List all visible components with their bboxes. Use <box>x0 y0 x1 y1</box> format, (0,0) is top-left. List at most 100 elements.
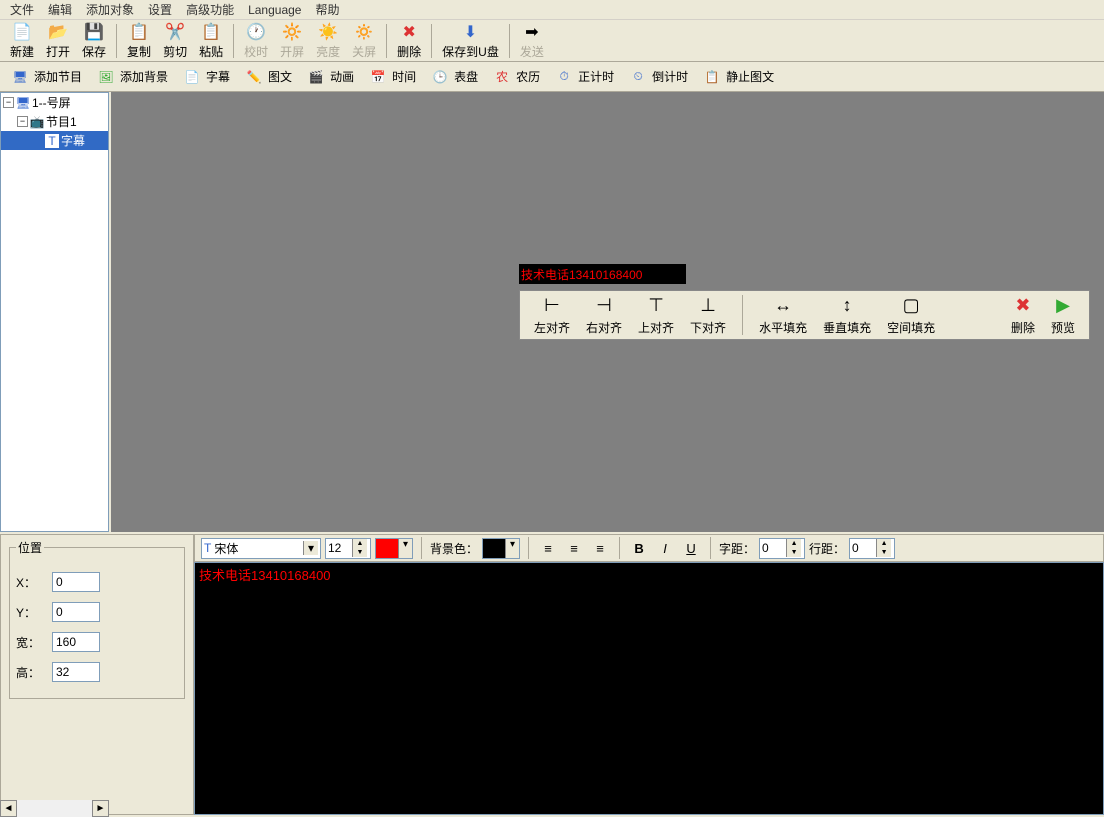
save-button[interactable]: 💾保存 <box>76 20 112 62</box>
align-left-text-button[interactable]: ≡ <box>537 537 559 559</box>
time-button[interactable]: 📅时间 <box>362 65 422 89</box>
menu-language[interactable]: Language <box>242 1 307 19</box>
position-panel: 位置 X： Y： 宽： 高： <box>0 534 194 815</box>
align-left-button[interactable]: ⊢左对齐 <box>526 293 578 338</box>
h-label: 高： <box>16 664 46 681</box>
down-icon[interactable]: ▼ <box>353 548 367 557</box>
font-size-spinner[interactable]: ▲▼ <box>325 538 371 559</box>
up-icon[interactable]: ▲ <box>787 539 801 548</box>
anim-icon: 🎬 <box>306 67 326 87</box>
fill-space-button[interactable]: ▢空间填充 <box>879 293 943 338</box>
align-right-text-button[interactable]: ≡ <box>589 537 611 559</box>
delete-button[interactable]: ✖删除 <box>391 20 427 62</box>
tree-subtitle[interactable]: T 字幕 <box>1 131 108 150</box>
subtitle-button[interactable]: 📄字幕 <box>176 65 236 89</box>
dropdown-icon: ▾ <box>303 541 318 555</box>
menu-add-object[interactable]: 添加对象 <box>80 0 140 20</box>
anim-button[interactable]: 🎬动画 <box>300 65 360 89</box>
align-right-button[interactable]: ⊣右对齐 <box>578 293 630 338</box>
add-bg-button[interactable]: 🖼添加背景 <box>90 65 174 89</box>
menu-advanced[interactable]: 高级功能 <box>180 0 240 20</box>
font-size-input[interactable] <box>326 541 352 555</box>
close-screen-button[interactable]: 🔅关屏 <box>346 20 382 62</box>
add-program-button[interactable]: 🖥添加节目 <box>4 65 88 89</box>
send-button[interactable]: ➡发送 <box>514 20 550 62</box>
fill-v-button[interactable]: ↕垂直填充 <box>815 293 879 338</box>
font-select[interactable]: T 宋体 ▾ <box>201 538 321 559</box>
x-input[interactable] <box>52 572 100 592</box>
screen-icon: 🖥 <box>16 96 30 110</box>
text-editor[interactable]: 技术电话13410168400 <box>194 562 1104 815</box>
countdown-icon: ⏲ <box>628 67 648 87</box>
bg-color-picker[interactable]: ▾ <box>482 538 520 559</box>
up-icon[interactable]: ▲ <box>877 539 891 548</box>
scroll-track[interactable] <box>17 800 92 817</box>
tree-panel[interactable]: − 🖥 1--号屏 − 📺 节目1 T 字幕 <box>0 92 109 532</box>
usb-icon: ⬇ <box>461 22 481 42</box>
h-input[interactable] <box>52 662 100 682</box>
tree-program[interactable]: − 📺 节目1 <box>1 112 108 131</box>
fill-space-icon: ▢ <box>900 295 922 317</box>
separator <box>619 537 620 559</box>
align-bottom-button[interactable]: ⊥下对齐 <box>682 293 734 338</box>
cut-button[interactable]: ✂️剪切 <box>157 20 193 62</box>
w-input[interactable] <box>52 632 100 652</box>
scroll-right-icon[interactable]: ► <box>92 800 109 817</box>
separator <box>509 24 510 58</box>
collapse-icon[interactable]: − <box>3 97 14 108</box>
copy-icon: 📋 <box>129 22 149 42</box>
text-color-picker[interactable]: ▾ <box>375 538 413 559</box>
send-icon: ➡ <box>522 22 542 42</box>
canvas-area[interactable]: 技术电话13410168400 ⊢左对齐 ⊣右对齐 ⊤上对齐 ⊥下对齐 ↔水平填… <box>109 92 1104 532</box>
dial-button[interactable]: 🕒表盘 <box>424 65 484 89</box>
countup-icon: ⏱ <box>554 67 574 87</box>
char-space-spinner[interactable]: ▲▼ <box>759 538 805 559</box>
float-preview-button[interactable]: ▶预览 <box>1043 293 1083 338</box>
dropdown-icon: ▾ <box>398 539 412 558</box>
char-space-input[interactable] <box>760 541 786 555</box>
align-center-text-button[interactable]: ≡ <box>563 537 585 559</box>
lunar-button[interactable]: 农农历 <box>486 65 546 89</box>
countup-button[interactable]: ⏱正计时 <box>548 65 620 89</box>
open-button[interactable]: 📂打开 <box>40 20 76 62</box>
line-space-input[interactable] <box>850 541 876 555</box>
open-screen-button[interactable]: 🔆开屏 <box>274 20 310 62</box>
editor-panel: T 宋体 ▾ ▲▼ ▾ 背景色： ▾ ≡ ≡ ≡ B <box>194 534 1104 815</box>
new-button[interactable]: 📄新建 <box>4 20 40 62</box>
paste-button[interactable]: 📋粘贴 <box>193 20 229 62</box>
down-icon[interactable]: ▼ <box>877 548 891 557</box>
sync-button[interactable]: 🕐校时 <box>238 20 274 62</box>
countdown-button[interactable]: ⏲倒计时 <box>622 65 694 89</box>
color-swatch <box>483 539 505 558</box>
align-top-icon: ⊤ <box>645 295 667 317</box>
bg-icon: 🖼 <box>96 67 116 87</box>
italic-button[interactable]: I <box>654 537 676 559</box>
separator <box>528 537 529 559</box>
menu-settings[interactable]: 设置 <box>142 0 178 20</box>
float-delete-button[interactable]: ✖删除 <box>1003 293 1043 338</box>
up-icon[interactable]: ▲ <box>353 539 367 548</box>
line-space-spinner[interactable]: ▲▼ <box>849 538 895 559</box>
imgtext-button[interactable]: ✏️图文 <box>238 65 298 89</box>
preview-text[interactable]: 技术电话13410168400 <box>519 264 686 284</box>
copy-button[interactable]: 📋复制 <box>121 20 157 62</box>
main-area: − 🖥 1--号屏 − 📺 节目1 T 字幕 技术电话13410168400 ⊢… <box>0 92 1104 532</box>
static-icon: 📋 <box>702 67 722 87</box>
save-usb-button[interactable]: ⬇保存到U盘 <box>436 20 505 62</box>
menu-file[interactable]: 文件 <box>4 0 40 20</box>
static-img-button[interactable]: 📋静止图文 <box>696 65 780 89</box>
y-input[interactable] <box>52 602 100 622</box>
menu-help[interactable]: 帮助 <box>309 0 345 20</box>
down-icon[interactable]: ▼ <box>787 548 801 557</box>
bold-button[interactable]: B <box>628 537 650 559</box>
tree-root[interactable]: − 🖥 1--号屏 <box>1 93 108 112</box>
fill-h-button[interactable]: ↔水平填充 <box>751 293 815 338</box>
underline-button[interactable]: U <box>680 537 702 559</box>
separator <box>742 295 743 335</box>
menu-edit[interactable]: 编辑 <box>42 0 78 20</box>
scroll-left-icon[interactable]: ◄ <box>0 800 17 817</box>
align-top-button[interactable]: ⊤上对齐 <box>630 293 682 338</box>
collapse-icon[interactable]: − <box>17 116 28 127</box>
tree-hscroll[interactable]: ◄ ► <box>0 800 109 817</box>
brightness-button[interactable]: ☀️亮度 <box>310 20 346 62</box>
